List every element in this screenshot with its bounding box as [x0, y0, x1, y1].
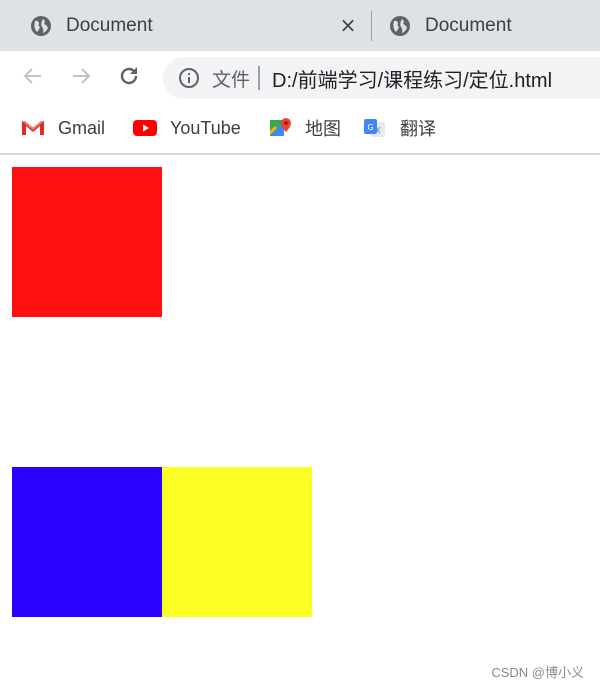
tab-document-2[interactable]: Document [389, 0, 512, 51]
forward-button[interactable] [68, 63, 94, 89]
yellow-box [162, 467, 312, 617]
maps-icon [270, 118, 291, 136]
bookmark-youtube[interactable]: YouTube [132, 105, 241, 151]
blue-box [12, 467, 162, 617]
address-bar[interactable]: 文件 D:/前端学习/课程练习/定位.html [163, 57, 600, 99]
watermark-text: CSDN @博小义 [491, 665, 584, 680]
arrow-right-icon [73, 68, 91, 84]
address-separator [258, 66, 261, 90]
bookmark-label: YouTube [170, 117, 241, 138]
scheme-label: 文件 [212, 69, 251, 91]
svg-text:G: G [367, 123, 373, 132]
bookmark-label: 地图 [305, 119, 341, 139]
globe-icon [31, 15, 51, 36]
bookmarks-bar: Gmail YouTube 地图 G 翻译 [0, 105, 600, 155]
youtube-icon [133, 120, 157, 136]
tab-strip: Document × Document [0, 0, 600, 51]
red-box [12, 167, 162, 317]
gmail-icon [22, 121, 44, 135]
bookmark-translate[interactable]: G 翻译 [362, 105, 436, 151]
translate-icon: G [364, 119, 385, 137]
arrow-left-icon [23, 68, 41, 84]
bookmark-label: Gmail [58, 117, 106, 138]
url-text[interactable]: D:/前端学习/课程练习/定位.html [272, 64, 552, 93]
info-icon[interactable] [178, 67, 200, 89]
close-tab-button[interactable]: × [338, 14, 358, 36]
globe-icon [390, 15, 410, 36]
reload-button[interactable] [116, 63, 142, 89]
reload-icon [120, 67, 138, 85]
browser-toolbar: 文件 D:/前端学习/课程练习/定位.html [0, 51, 600, 105]
tab-document-1[interactable]: Document [30, 0, 153, 51]
bookmark-gmail[interactable]: Gmail [20, 105, 105, 151]
back-button[interactable] [20, 63, 46, 89]
tab-separator [371, 11, 372, 41]
tab-title: Document [66, 14, 153, 36]
bookmark-maps[interactable]: 地图 [267, 105, 341, 151]
tab-title: Document [425, 14, 512, 36]
bookmark-label: 翻译 [400, 119, 436, 139]
